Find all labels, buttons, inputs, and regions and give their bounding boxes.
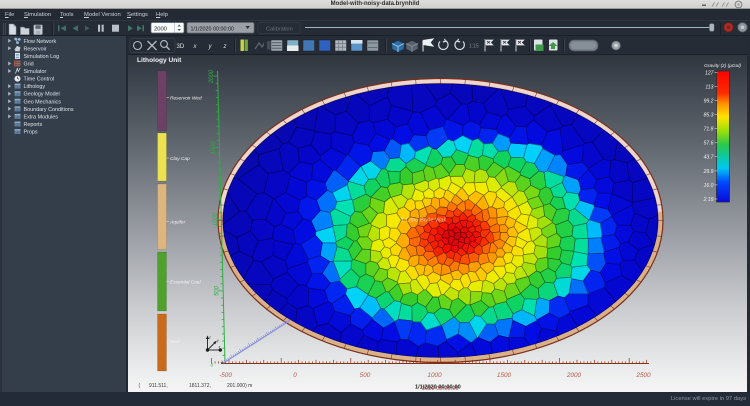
svg-text:2.19: 2.19 (703, 197, 714, 203)
svg-text:1/1/2020 00:00:00: 1/1/2020 00:00:00 (191, 26, 234, 32)
svg-text:29.9: 29.9 (703, 169, 714, 175)
svg-text:1 Litho Bode Wall: 1 Litho Bode Wall (401, 218, 446, 224)
svg-text:1000: 1000 (427, 372, 442, 379)
svg-text:2000: 2000 (566, 372, 582, 379)
svg-text:0: 0 (293, 372, 297, 379)
svg-text:Calibration: Calibration (266, 26, 293, 32)
svg-text:1500: 1500 (211, 141, 217, 155)
svg-text:Lithology: Lithology (24, 84, 46, 90)
svg-text:500: 500 (360, 372, 371, 379)
svg-text:Seal: Seal (170, 339, 181, 345)
svg-text:Essential Coal: Essential Coal (170, 279, 202, 285)
svg-text:-500: -500 (219, 372, 232, 379)
svg-text:1500: 1500 (497, 372, 512, 379)
svg-text:(: ( (139, 383, 141, 389)
svg-text:911.511,: 911.511, (149, 383, 168, 389)
svg-text:2500: 2500 (635, 372, 651, 379)
svg-text:Props: Props (24, 130, 38, 136)
svg-text:Flow Network: Flow Network (24, 39, 57, 45)
svg-text:1811.372,: 1811.372, (189, 383, 211, 389)
svg-text:Simulator: Simulator (24, 69, 47, 75)
svg-text:x: x (193, 44, 198, 50)
svg-text:Lithology Unit: Lithology Unit (137, 57, 182, 64)
svg-text:Reservoir Wed: Reservoir Wed (170, 95, 202, 101)
svg-text:0: 0 (211, 363, 214, 368)
svg-text:Geology Model: Geology Model (24, 92, 60, 98)
svg-text:43.7: 43.7 (704, 155, 714, 161)
svg-text:113: 113 (705, 85, 713, 91)
svg-text:Gravity (z) (µGal): Gravity (z) (µGal) (704, 63, 741, 69)
svg-text:57.6: 57.6 (704, 141, 714, 147)
svg-text:2000: 2000 (209, 69, 215, 84)
svg-text:Simulation Log: Simulation Log (24, 54, 60, 60)
svg-text:Aquifer: Aquifer (169, 219, 186, 225)
svg-text:99.2: 99.2 (704, 99, 714, 105)
svg-text:Extra Modules: Extra Modules (24, 114, 59, 120)
svg-text:1000: 1000 (213, 212, 219, 226)
svg-text:y: y (216, 339, 219, 343)
svg-text:Boundary Conditions: Boundary Conditions (24, 107, 74, 113)
svg-text:z: z (223, 44, 227, 50)
svg-text:500: 500 (215, 285, 221, 296)
svg-text:71.8: 71.8 (704, 127, 714, 133)
svg-text:2000: 2000 (154, 27, 167, 33)
svg-text:16.0: 16.0 (704, 183, 714, 189)
svg-text:Geo Mechanics: Geo Mechanics (24, 99, 62, 105)
svg-text:Grid: Grid (24, 62, 34, 68)
svg-text:127: 127 (705, 70, 714, 76)
svg-text:85.3: 85.3 (704, 113, 714, 119)
svg-text:y: y (208, 44, 213, 50)
svg-text:x: x (218, 345, 221, 349)
svg-text:Time Control: Time Control (24, 77, 55, 83)
svg-text:Reservoir: Reservoir (24, 46, 47, 52)
svg-text:3D: 3D (177, 44, 185, 50)
svg-text:Clay Cap: Clay Cap (170, 156, 190, 162)
svg-text:1:15: 1:15 (469, 44, 479, 50)
svg-text:z: z (208, 336, 211, 340)
svg-text:201.000) m: 201.000) m (227, 383, 252, 389)
svg-text:Reports: Reports (24, 122, 43, 128)
